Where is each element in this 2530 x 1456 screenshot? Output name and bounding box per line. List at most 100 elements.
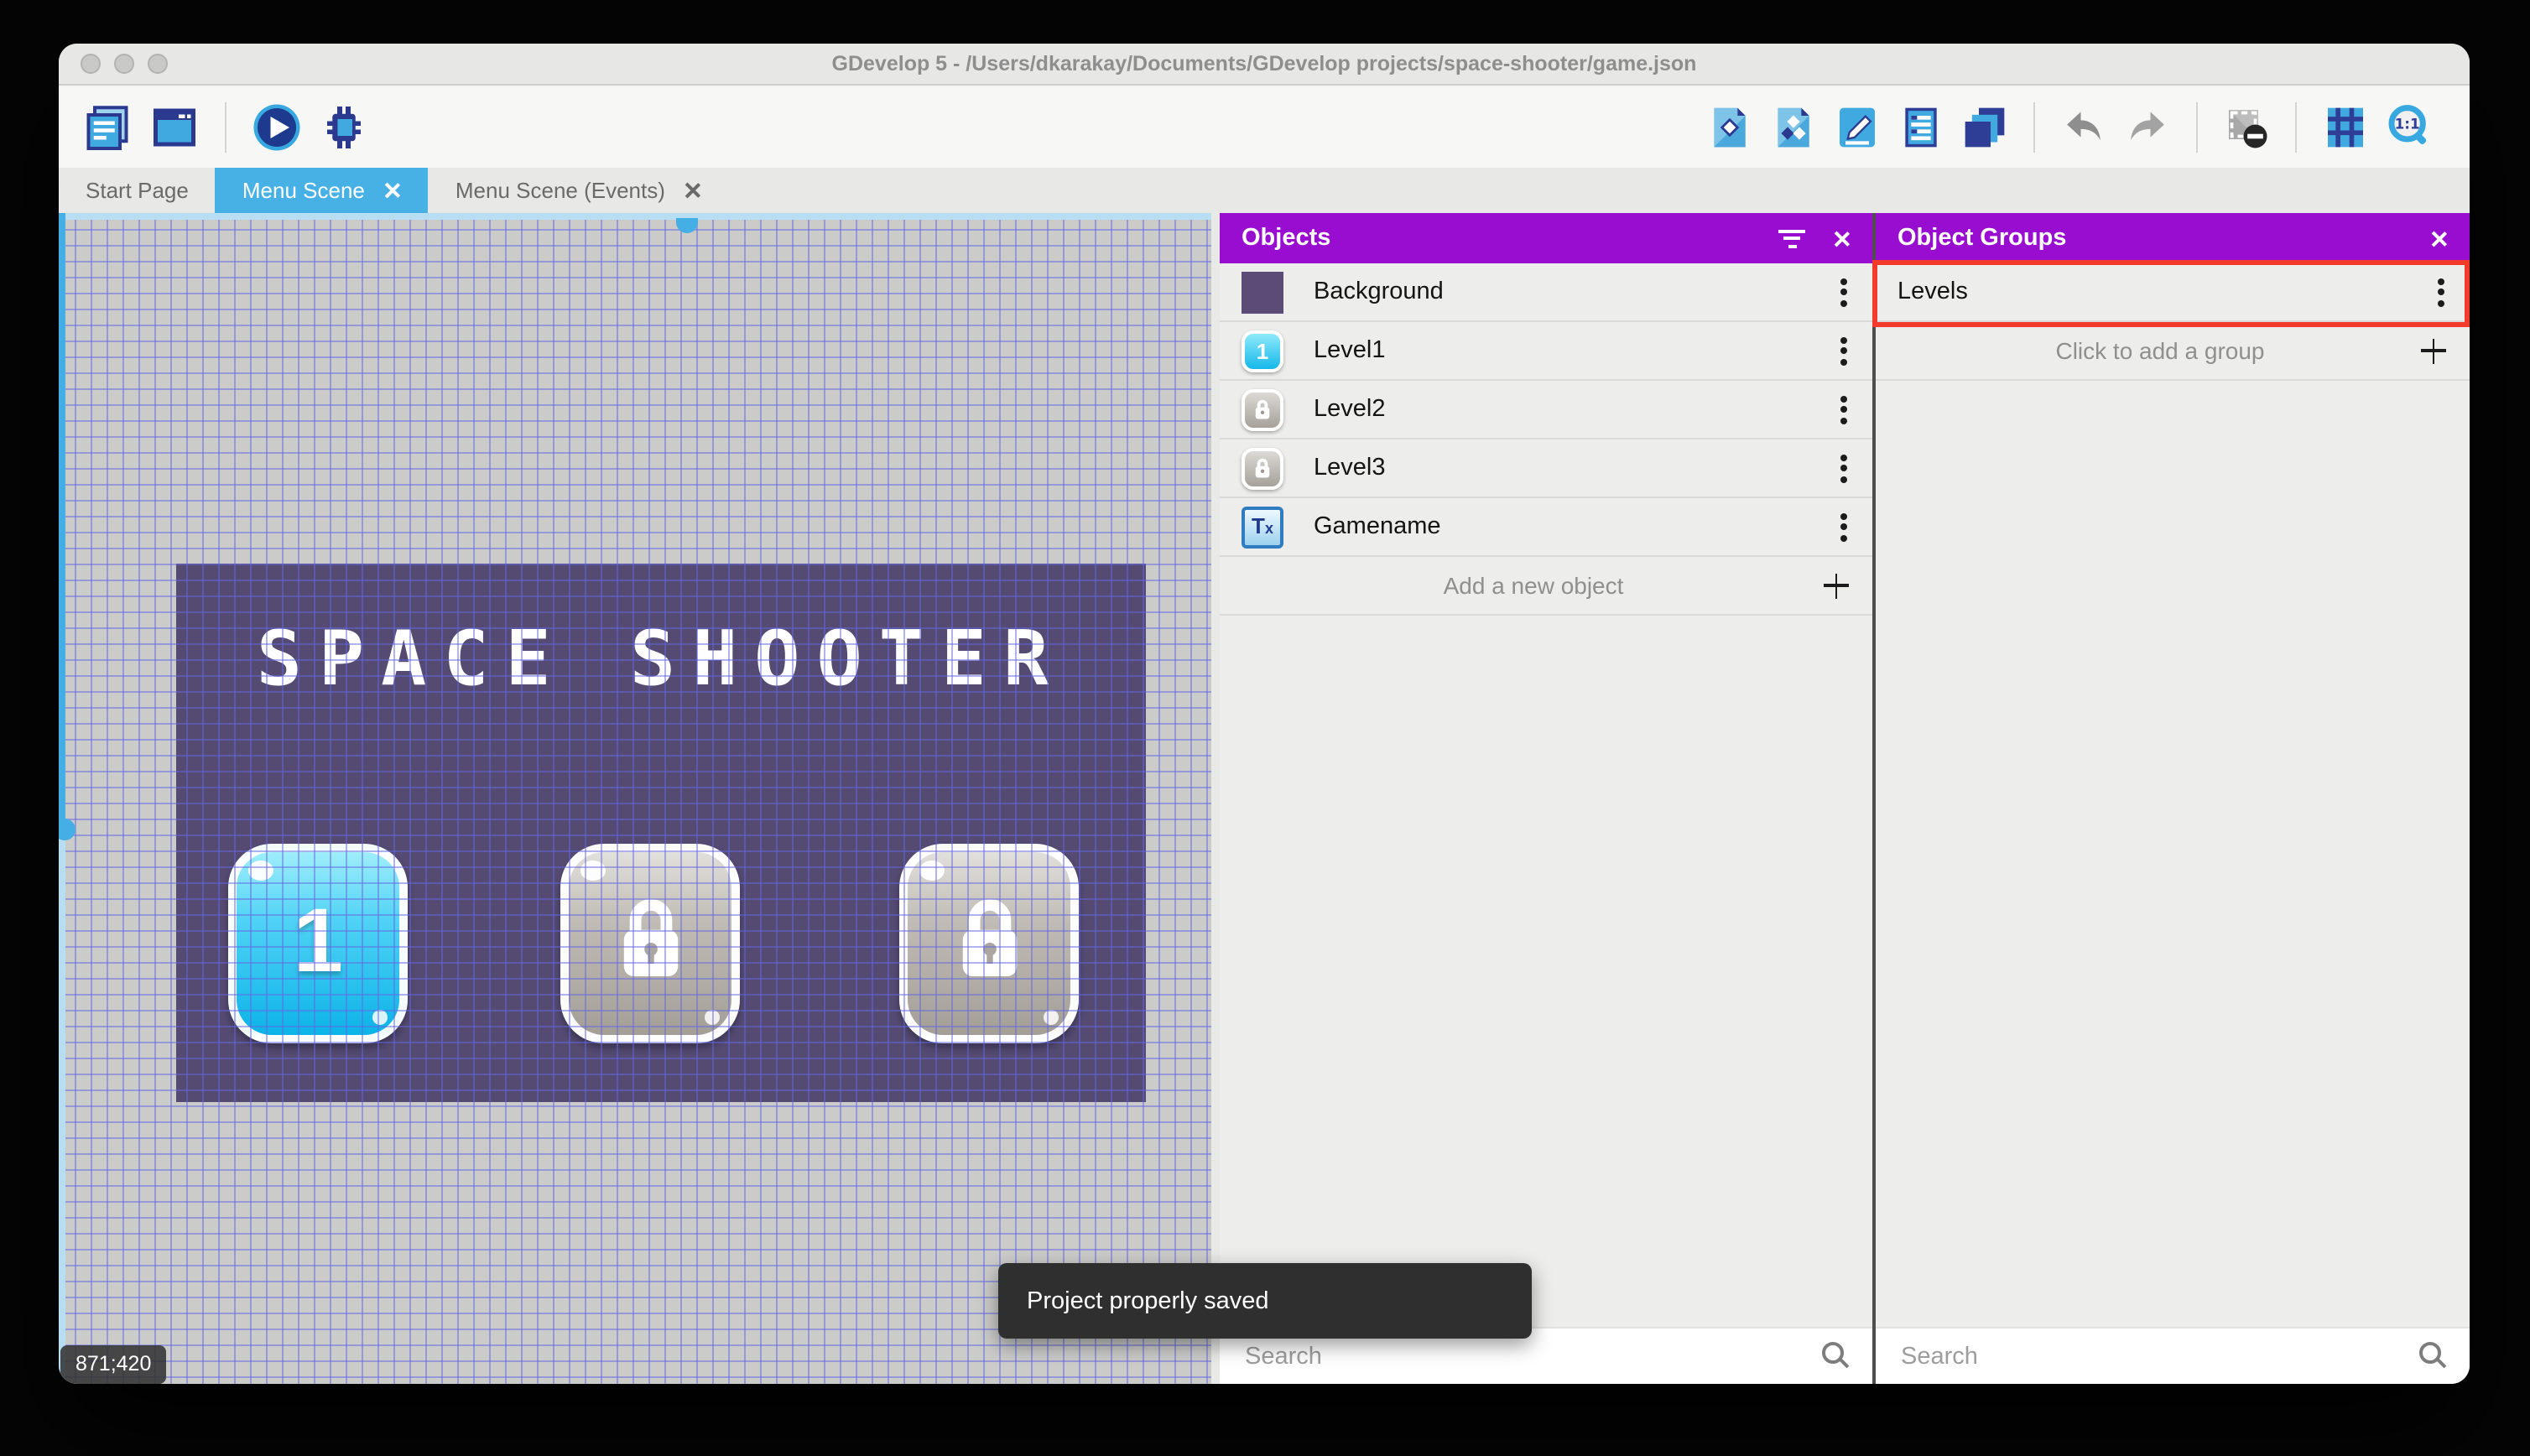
gdevelop-window: GDevelop 5 - /Users/dkarakay/Documents/G… — [59, 44, 2470, 1384]
vertical-scroll-segment — [59, 213, 65, 830]
tab-label: Menu Scene (Events) — [455, 178, 665, 203]
tab-menu-scene[interactable]: Menu Scene — [215, 168, 429, 213]
level1-button-instance[interactable]: 1 — [228, 844, 408, 1043]
toolbar-left-group — [82, 102, 369, 153]
window-title: GDevelop 5 - /Users/dkarakay/Documents/G… — [831, 52, 1697, 75]
level2-locked-button-instance[interactable] — [560, 844, 740, 1043]
level3-object-icon — [1242, 447, 1283, 489]
horizontal-scroll-marker[interactable] — [676, 218, 698, 233]
toast-message: Project properly saved — [1027, 1287, 1269, 1314]
object-menu-icon[interactable] — [1837, 390, 1851, 429]
redo-icon[interactable] — [2124, 104, 2171, 151]
object-menu-icon[interactable] — [1837, 449, 1851, 487]
object-row-background[interactable]: Background — [1220, 263, 1872, 322]
object-menu-icon[interactable] — [1837, 331, 1851, 370]
add-group-row[interactable]: Click to add a group — [1876, 322, 2470, 381]
project-manager-icon[interactable] — [82, 102, 133, 153]
plus-icon[interactable] — [1824, 573, 1849, 598]
add-object-label: Add a new object — [1443, 572, 1624, 599]
filter-icon[interactable] — [1778, 229, 1805, 247]
object-menu-icon[interactable] — [1837, 507, 1851, 546]
undo-icon[interactable] — [2060, 104, 2107, 151]
vertical-scroll-marker[interactable] — [59, 819, 75, 840]
objects-search-input[interactable] — [1242, 1341, 1822, 1371]
tab-label: Menu Scene — [242, 178, 365, 203]
object-row-gamename[interactable]: Tx Gamename — [1220, 498, 1872, 557]
close-panel-icon[interactable] — [1832, 229, 1851, 247]
svg-text:1:1: 1:1 — [2395, 115, 2420, 132]
panels-divider[interactable] — [1872, 213, 1876, 1384]
toolbar-separator — [225, 102, 226, 153]
zoom-original-icon[interactable]: 1:1 — [2386, 104, 2433, 151]
text-object-icon: Tx — [1242, 506, 1283, 548]
scene-title-text[interactable]: SPACE SHOOTER — [176, 564, 1146, 703]
window-mask-icon[interactable] — [2223, 104, 2270, 151]
canvas-panel-divider[interactable] — [1211, 213, 1220, 1384]
close-tab-icon[interactable] — [684, 181, 702, 200]
open-layers-editor-icon[interactable] — [1961, 104, 2008, 151]
traffic-lights — [81, 54, 168, 74]
add-object-row[interactable]: Add a new object — [1220, 557, 1872, 616]
add-group-label: Click to add a group — [2055, 337, 2265, 364]
object-groups-panel-header: Object Groups — [1876, 213, 2470, 263]
close-tab-icon[interactable] — [383, 181, 402, 200]
toolbar-separator — [2196, 102, 2198, 153]
launch-preview-button[interactable] — [252, 102, 302, 153]
object-groups-panel: Object Groups Levels Click to add a grou… — [1872, 213, 2470, 1384]
plus-icon[interactable] — [2421, 338, 2446, 363]
tab-start-page[interactable]: Start Page — [59, 168, 216, 213]
editor-tabbar: Start Page Menu Scene Menu Scene (Events… — [59, 168, 2470, 213]
object-name: Level3 — [1314, 455, 1386, 481]
horizontal-scrollbar[interactable] — [59, 213, 1211, 220]
toolbar-right-group: 1:1 — [1706, 102, 2433, 153]
level1-number: 1 — [292, 891, 344, 991]
open-objects-editor-icon[interactable] — [1706, 104, 1753, 151]
search-icon — [1822, 1342, 1844, 1364]
lock-icon — [1255, 458, 1270, 478]
maximize-window-button[interactable] — [148, 54, 168, 74]
objects-panel-header: Objects — [1220, 213, 1872, 263]
close-panel-icon[interactable] — [2429, 229, 2448, 247]
cursor-coordinates: 871;420 — [60, 1345, 167, 1384]
object-menu-icon[interactable] — [1837, 273, 1851, 311]
background-object-icon — [1242, 271, 1283, 313]
scene-canvas[interactable]: SPACE SHOOTER 1 871;420 — [59, 213, 1211, 1384]
object-row-level1[interactable]: 1 Level1 — [1220, 322, 1872, 381]
scene-background[interactable]: SPACE SHOOTER 1 — [176, 564, 1146, 1102]
lock-icon — [622, 899, 678, 976]
object-name: Level2 — [1314, 396, 1386, 423]
object-name: Level1 — [1314, 337, 1386, 364]
toolbar-separator — [2033, 102, 2035, 153]
lock-icon — [961, 899, 1017, 976]
groups-search-input[interactable] — [1898, 1341, 2419, 1371]
screenshot-stage: GDevelop 5 - /Users/dkarakay/Documents/G… — [0, 0, 2530, 1456]
level2-object-icon — [1242, 388, 1283, 430]
tab-menu-scene-events[interactable]: Menu Scene (Events) — [429, 168, 729, 213]
group-menu-icon[interactable] — [2434, 273, 2448, 311]
object-name: Background — [1314, 278, 1444, 305]
toggle-grid-icon[interactable] — [2322, 104, 2369, 151]
groups-search-bar — [1876, 1327, 2470, 1384]
editor-content: SPACE SHOOTER 1 871;420 Objects Backgrou… — [59, 213, 2470, 1384]
search-icon — [2419, 1342, 2441, 1364]
save-toast: Project properly saved — [998, 1263, 1532, 1339]
object-groups-panel-title: Object Groups — [1898, 225, 2067, 252]
minimize-window-button[interactable] — [114, 54, 134, 74]
close-window-button[interactable] — [81, 54, 101, 74]
objects-panel-title: Objects — [1242, 225, 1331, 252]
object-row-level2[interactable]: Level2 — [1220, 381, 1872, 439]
main-toolbar: 1:1 — [59, 87, 2470, 168]
object-row-level3[interactable]: Level3 — [1220, 439, 1872, 498]
open-properties-icon[interactable] — [1834, 104, 1881, 151]
lock-icon — [1255, 399, 1270, 419]
group-row-levels[interactable]: Levels — [1876, 263, 2470, 322]
group-name: Levels — [1898, 278, 1968, 305]
debugger-button[interactable] — [319, 102, 369, 153]
objects-panel: Objects Background 1 Level1 Level2 Level… — [1220, 213, 1872, 1384]
open-instances-list-icon[interactable] — [1898, 104, 1944, 151]
toolbar-separator — [2295, 102, 2297, 153]
titlebar: GDevelop 5 - /Users/dkarakay/Documents/G… — [59, 44, 2470, 86]
open-object-groups-editor-icon[interactable] — [1770, 104, 1817, 151]
preview-window-icon[interactable] — [149, 102, 200, 153]
level3-locked-button-instance[interactable] — [899, 844, 1079, 1043]
